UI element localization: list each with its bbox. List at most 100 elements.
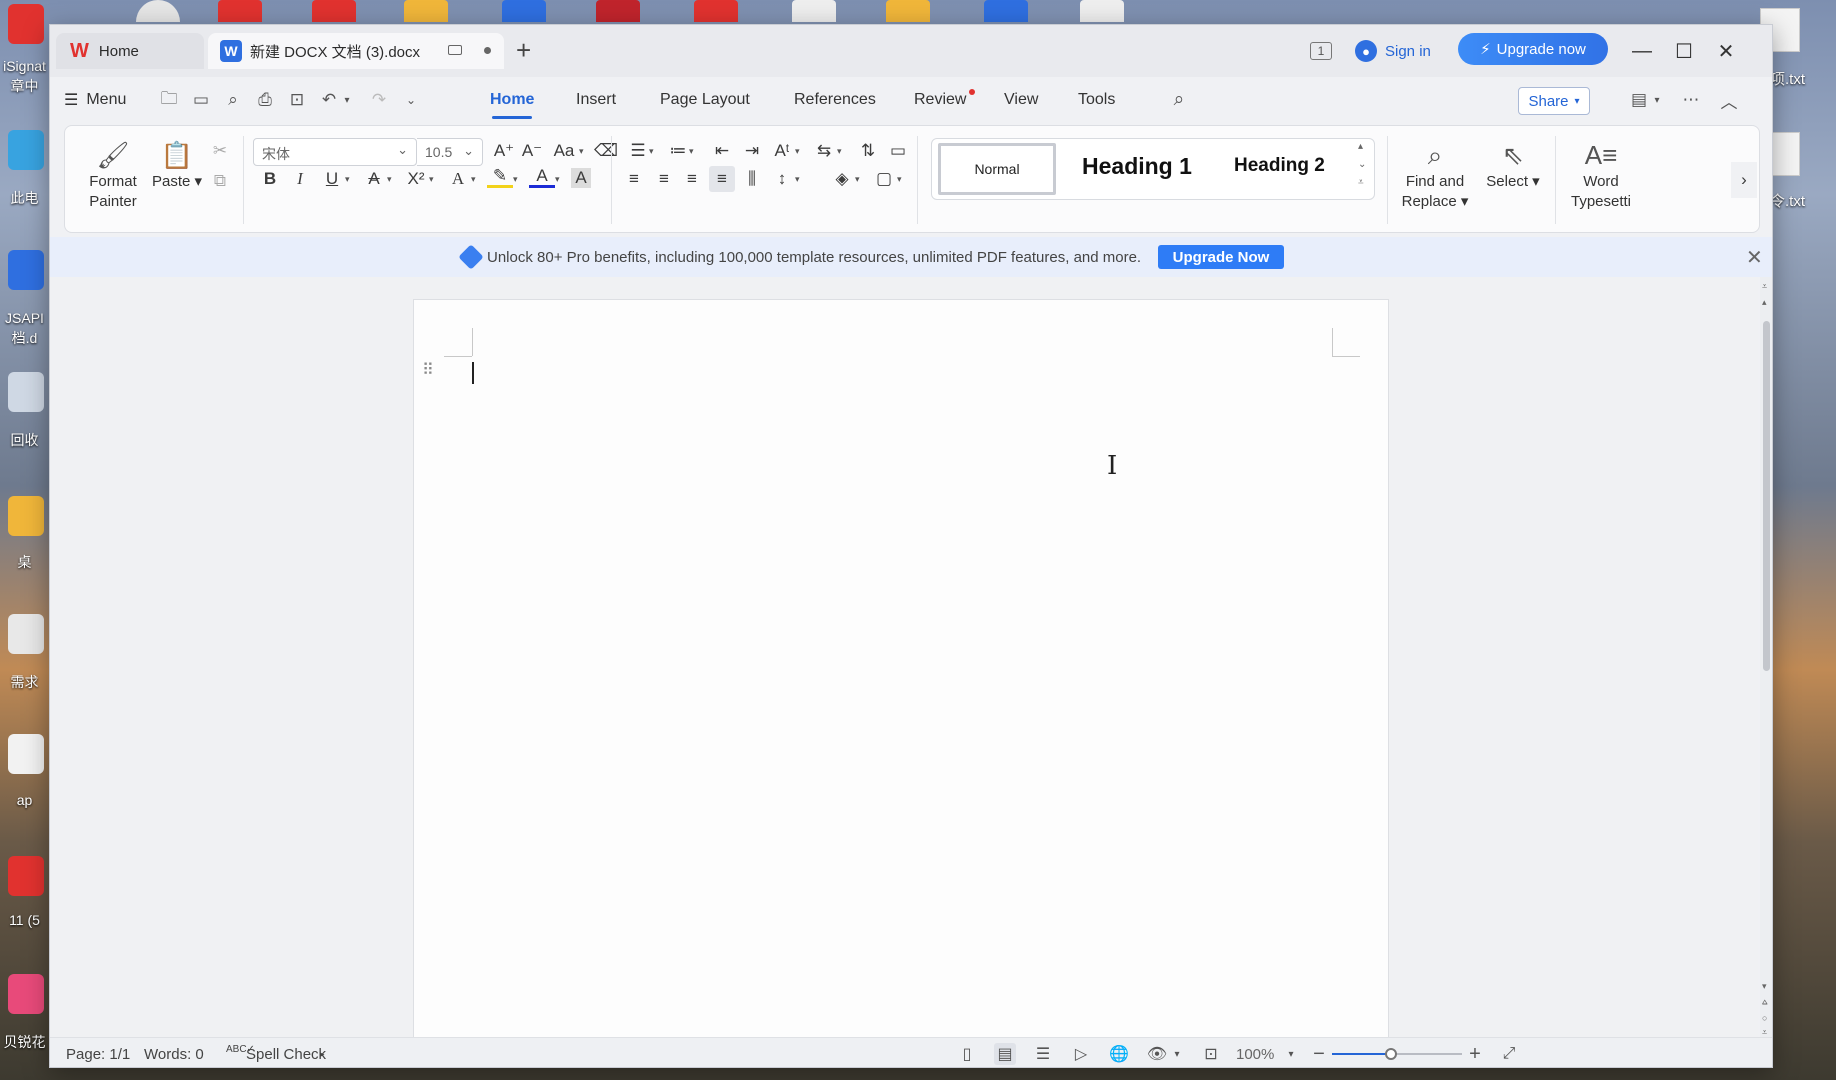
strikethrough-icon[interactable]: A — [361, 166, 387, 192]
tab-home[interactable]: W Home — [56, 33, 204, 69]
drag-handle-icon[interactable]: ⠿ — [422, 360, 434, 380]
comment-dropdown-icon[interactable]: ▾ — [1646, 89, 1668, 111]
tab-references[interactable]: References — [794, 77, 876, 123]
zoom-slider[interactable] — [1332, 1048, 1462, 1060]
gallery-expand-icon[interactable]: ⩡ — [1358, 177, 1364, 188]
underline-icon[interactable]: U — [319, 166, 345, 192]
zoom-slider-knob[interactable] — [1384, 1048, 1397, 1060]
align-center-icon[interactable]: ≡ — [651, 166, 677, 192]
desktop-folder-icon[interactable] — [8, 496, 44, 536]
page-count-badge[interactable]: 1 — [1310, 33, 1332, 69]
chevron-right-icon[interactable]: ▸ — [320, 1049, 325, 1060]
desktop-app-icon[interactable] — [136, 0, 180, 22]
close-button[interactable]: ✕ — [1706, 33, 1746, 69]
chevron-down-icon[interactable]: ▾ — [345, 174, 350, 185]
show-hide-marks-icon[interactable]: ▭ — [885, 138, 911, 164]
word-typesetting-button[interactable]: A≡ Word Typesetti — [1565, 140, 1637, 212]
justify-icon[interactable]: ≡ — [709, 166, 735, 192]
decrease-indent-icon[interactable]: ⇤ — [709, 138, 735, 164]
find-replace-button[interactable]: ⌕ Find and Replace ▾ — [1395, 140, 1475, 212]
eye-protection-icon[interactable]: 👁 — [1146, 1043, 1168, 1065]
print-preview-icon[interactable]: ⊡ — [286, 89, 308, 111]
gallery-down-icon[interactable]: ⌄ — [1358, 159, 1366, 170]
gallery-up-icon[interactable]: ▴ — [1358, 141, 1363, 152]
fullscreen-icon[interactable]: ⤢ — [1498, 1043, 1520, 1065]
scroll-down-icon[interactable]: ▾ — [1762, 981, 1767, 992]
desktop-doc-icon[interactable] — [502, 0, 546, 22]
desktop-pdf-icon[interactable] — [8, 856, 44, 896]
chevron-down-icon[interactable]: ▾ — [579, 146, 584, 157]
copy-icon[interactable]: ⧉ — [207, 168, 233, 194]
desktop-pdf-icon[interactable] — [218, 0, 262, 22]
desktop-doc-icon[interactable] — [8, 250, 44, 290]
main-menu-button[interactable]: ☰ Menu — [64, 77, 126, 123]
page-view-icon[interactable]: ▤ — [994, 1043, 1016, 1065]
bullet-list-icon[interactable]: ☰ — [625, 138, 651, 164]
upgrade-now-promo-button[interactable]: Upgrade Now — [1158, 245, 1284, 269]
zoom-out-icon[interactable]: − — [1308, 1043, 1330, 1065]
style-normal[interactable]: Normal — [938, 143, 1056, 195]
format-brush-icon[interactable]: ⌕ — [222, 89, 244, 111]
desktop-file-icon[interactable] — [8, 614, 44, 654]
search-icon[interactable]: ⌕ — [1168, 89, 1190, 111]
style-heading-2[interactable]: Heading 2 — [1234, 155, 1325, 177]
chevron-down-icon[interactable]: ▾ — [649, 146, 654, 157]
document-verify-icon[interactable]: ▯ — [956, 1043, 978, 1065]
page-indicator[interactable]: Page: 1/1 — [66, 1046, 130, 1063]
new-tab-button[interactable]: + — [516, 35, 531, 66]
sign-in-button[interactable]: ● Sign in — [1355, 33, 1431, 69]
tab-home-ribbon[interactable]: Home — [490, 77, 534, 123]
clear-format-icon[interactable]: ⌫ — [593, 138, 619, 164]
spell-check-button[interactable]: Spell Check — [246, 1046, 326, 1063]
text-effect-icon[interactable]: A — [445, 166, 471, 192]
font-color-icon[interactable]: A — [529, 166, 555, 188]
quick-access-more-icon[interactable]: ⌄ — [400, 89, 422, 111]
close-icon[interactable]: ✕ — [1746, 245, 1763, 270]
desktop-doc-icon[interactable] — [984, 0, 1028, 22]
chevron-down-icon[interactable]: ▾ — [897, 174, 902, 185]
zoom-in-icon[interactable]: + — [1464, 1043, 1486, 1065]
outline-view-icon[interactable]: ☰ — [1032, 1043, 1054, 1065]
fit-page-icon[interactable]: ⊡ — [1200, 1043, 1222, 1065]
chevron-down-icon[interactable]: ▾ — [855, 174, 860, 185]
share-button[interactable]: Share ▾ — [1518, 87, 1590, 115]
desktop-folder-icon[interactable] — [886, 0, 930, 22]
desktop-js-icon[interactable] — [8, 734, 44, 774]
chevron-down-icon[interactable]: ▾ — [1166, 1043, 1188, 1065]
save-icon[interactable]: ▭ — [190, 89, 212, 111]
desktop-file-icon[interactable] — [1080, 0, 1124, 22]
ribbon-scroll-right-icon[interactable]: › — [1731, 162, 1757, 198]
bold-icon[interactable]: B — [257, 166, 283, 192]
paste-button[interactable]: 📋 Paste ▾ — [149, 140, 205, 192]
web-view-icon[interactable]: 🌐 — [1108, 1043, 1130, 1065]
chevron-down-icon[interactable]: ▾ — [1280, 1043, 1302, 1065]
font-name-select[interactable]: 宋体 ⌄ — [253, 138, 417, 166]
chevron-down-icon[interactable]: ▾ — [689, 146, 694, 157]
tab-page-layout[interactable]: Page Layout — [660, 77, 750, 123]
maximize-button[interactable]: ☐ — [1664, 33, 1704, 69]
desktop-pdf-icon[interactable] — [312, 0, 356, 22]
select-browse-icon[interactable]: ○ — [1762, 1013, 1767, 1023]
monitor-icon[interactable] — [448, 45, 462, 55]
character-shading-icon[interactable]: A — [571, 168, 591, 188]
word-count[interactable]: Words: 0 — [144, 1046, 204, 1063]
convert-icon[interactable]: ⇆ — [811, 138, 837, 164]
tab-view[interactable]: View — [1004, 77, 1038, 123]
chevron-down-icon[interactable]: ▾ — [837, 146, 842, 157]
font-size-select[interactable]: 10.5 ⌄ — [417, 138, 483, 166]
document-page[interactable]: ⠿ — [413, 299, 1389, 1049]
shading-icon[interactable]: ◈ — [829, 166, 855, 192]
italic-icon[interactable]: I — [287, 166, 313, 192]
minimize-button[interactable]: — — [1622, 33, 1662, 69]
desktop-app-icon[interactable] — [596, 0, 640, 22]
chevron-down-icon[interactable]: ▾ — [795, 146, 800, 157]
chevron-down-icon[interactable]: ▾ — [387, 174, 392, 185]
scroll-up-icon[interactable]: ▴ — [1762, 297, 1767, 308]
desktop-folder-icon[interactable] — [404, 0, 448, 22]
desktop-pdf-icon[interactable] — [694, 0, 738, 22]
scrollbar-thumb[interactable] — [1763, 321, 1770, 671]
sort-icon[interactable]: ⇅ — [855, 138, 881, 164]
scroll-top-icon[interactable]: ⩡ — [1762, 281, 1767, 292]
change-case-icon[interactable]: Aa — [551, 138, 577, 164]
superscript-icon[interactable]: X² — [403, 166, 429, 192]
